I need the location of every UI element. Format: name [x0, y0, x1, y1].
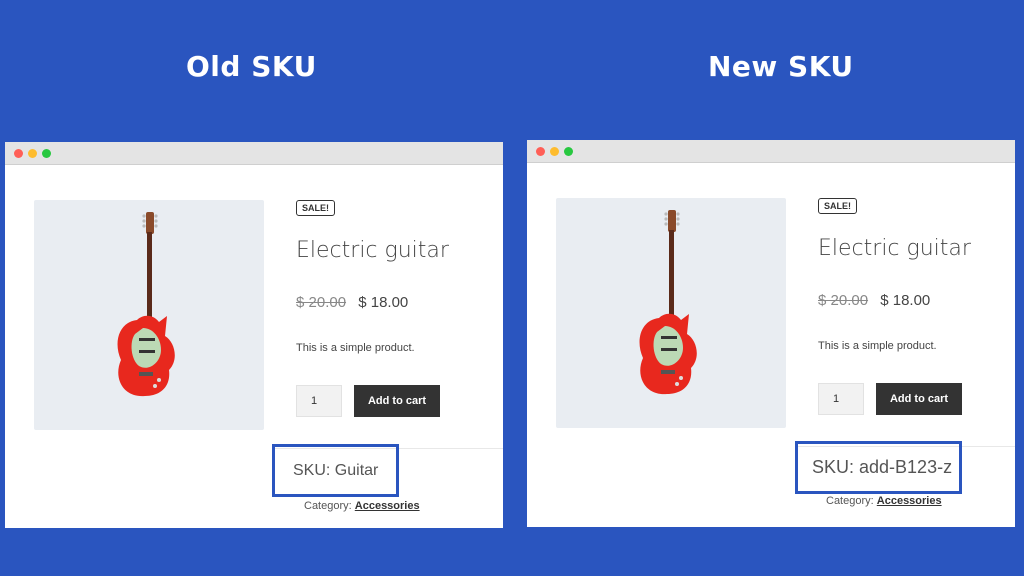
old-price: $ 20.00: [818, 292, 869, 309]
heading-new-sku: New SKU: [708, 50, 854, 83]
maximize-window-dot[interactable]: [42, 149, 51, 158]
sale-badge: SALE!: [818, 198, 857, 214]
product-description: This is a simple product.: [296, 342, 415, 354]
add-to-cart-button[interactable]: Add to cart: [354, 385, 440, 417]
sku-text: SKU: add-B123-z: [812, 457, 953, 477]
sale-price: $ 18.00: [880, 292, 931, 309]
product-title: Electric guitar: [818, 236, 971, 261]
sku-highlight: SKU: add-B123-z: [795, 441, 962, 494]
browser-window-old: SALE! Electric guitar $ 20.00 $ 18.00 Th…: [5, 142, 503, 528]
product-image[interactable]: [34, 200, 264, 430]
quantity-input[interactable]: [818, 383, 864, 415]
minimize-window-dot[interactable]: [28, 149, 37, 158]
window-titlebar: [527, 140, 1015, 163]
electric-guitar-image: [117, 212, 175, 397]
add-to-cart-button[interactable]: Add to cart: [876, 383, 962, 415]
maximize-window-dot[interactable]: [564, 147, 573, 156]
minimize-window-dot[interactable]: [550, 147, 559, 156]
sale-badge: SALE!: [296, 200, 335, 216]
price-block: $ 20.00 $ 18.00: [818, 292, 930, 309]
browser-window-new: SALE! Electric guitar $ 20.00 $ 18.00 Th…: [527, 140, 1015, 527]
close-window-dot[interactable]: [536, 147, 545, 156]
price-block: $ 20.00 $ 18.00: [296, 294, 408, 311]
sku-highlight: SKU: Guitar: [272, 444, 399, 497]
product-description: This is a simple product.: [818, 340, 937, 352]
old-price: $ 20.00: [296, 294, 347, 311]
sale-price: $ 18.00: [358, 294, 409, 311]
product-title: Electric guitar: [296, 238, 449, 263]
category-label: Category:: [304, 500, 352, 512]
category-label: Category:: [826, 495, 874, 507]
category-link[interactable]: Accessories: [355, 500, 420, 512]
product-image[interactable]: [556, 198, 786, 428]
category-line: Category: Accessories: [826, 495, 942, 507]
category-link[interactable]: Accessories: [877, 495, 942, 507]
window-titlebar: [5, 142, 503, 165]
category-line: Category: Accessories: [304, 500, 420, 512]
quantity-input[interactable]: [296, 385, 342, 417]
close-window-dot[interactable]: [14, 149, 23, 158]
sku-text: SKU: Guitar: [293, 461, 379, 479]
heading-old-sku: Old SKU: [186, 50, 317, 83]
electric-guitar-image: [639, 210, 697, 395]
